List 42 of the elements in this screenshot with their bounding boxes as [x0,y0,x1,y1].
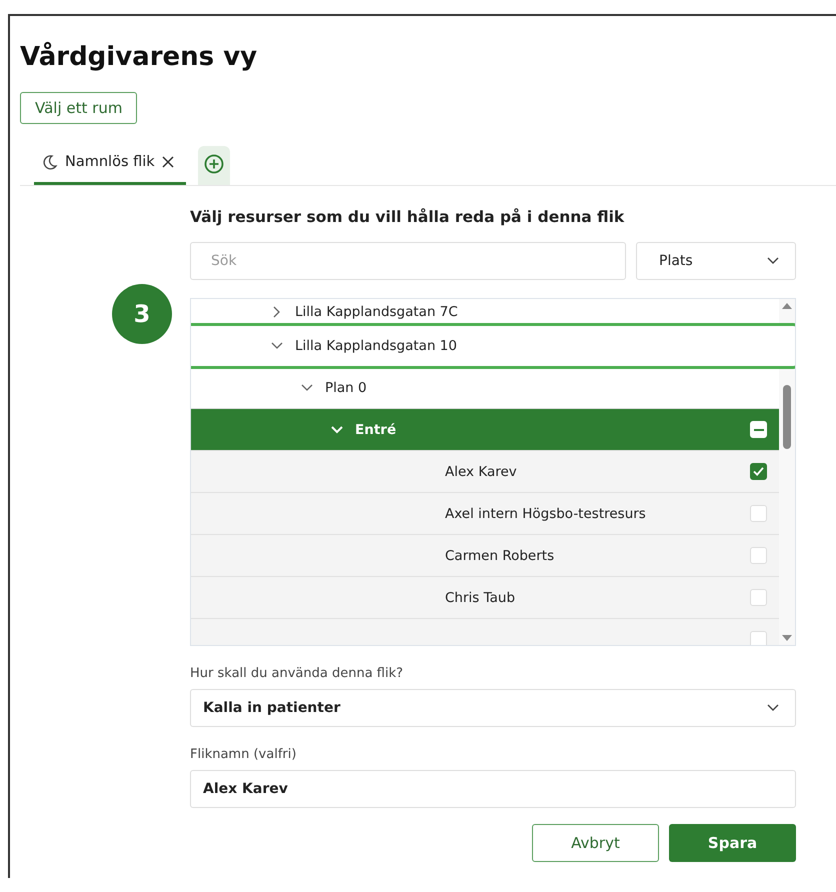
row-label: Plan 0 [325,380,367,396]
resource-row[interactable]: Alex Karev [191,451,779,493]
close-icon[interactable] [162,156,174,168]
resource-row[interactable]: Carmen Roberts [191,535,779,577]
row-label: Entré [355,422,396,438]
scroll-down-icon[interactable] [782,635,792,641]
chevron-down-icon[interactable] [271,342,283,350]
checkbox[interactable] [750,463,767,480]
chevron-down-icon [767,704,779,712]
row-label: Lilla Kapplandsgatan 7C [295,304,458,320]
filter-dropdown[interactable]: Plats [636,242,796,280]
room-button[interactable]: Välj ett rum [20,92,138,124]
resource-row[interactable]: Chris Taub [191,577,779,619]
row-label: Axel intern Högsbo-testresurs [445,506,646,522]
tab-name-label: Fliknamn (valfri) [190,747,298,762]
page-title: Vårdgivarens vy [20,42,258,72]
row-label: Alex Karev [445,464,517,480]
panel-heading: Välj resurser som du vill hålla reda på i denna flik [190,208,626,226]
save-button[interactable]: Spara [669,824,796,862]
step-badge: 3 [112,284,172,344]
chevron-right-icon[interactable] [273,306,281,318]
scrollbar-thumb[interactable] [783,385,791,449]
tab-label: Namnlös flik [65,154,155,170]
cancel-button[interactable]: Avbryt [532,824,659,862]
check-icon [753,467,764,476]
tree-node[interactable]: Lilla Kapplandsgatan 10 [191,325,795,367]
tab[interactable]: Namnlös flik [34,146,186,185]
search-field[interactable]: Sök [190,242,626,280]
tree-node[interactable]: Plan 0 [191,367,779,409]
scroll-up-icon[interactable] [782,303,792,309]
moon-icon [42,154,58,170]
chevron-down-icon [767,257,779,265]
resource-row[interactable]: Axel intern Högsbo-testresurs [191,493,779,535]
add-tab-button[interactable] [198,146,230,185]
usage-dropdown[interactable]: Kalla in patienter [190,689,796,727]
row-label: Carmen Roberts [445,548,554,564]
row-label: Chris Taub [445,590,516,606]
usage-label: Hur skall du använda denna flik? [190,666,404,681]
row-label: Lilla Kapplandsgatan 10 [295,338,457,354]
chevron-down-icon[interactable] [301,384,313,392]
tab-name-field[interactable]: Alex Karev [190,770,796,808]
plus-circle-icon [204,154,224,174]
